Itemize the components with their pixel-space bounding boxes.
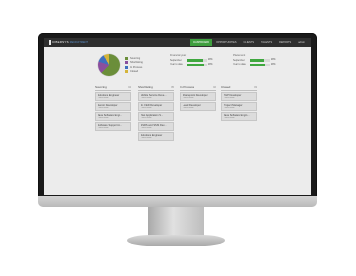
nav-item-reports[interactable]: REPORTS <box>276 39 294 46</box>
legend-swatch <box>125 65 128 69</box>
metric-progress-bar <box>250 63 270 66</box>
legend-label: Shortlisting <box>130 61 143 65</box>
nav-item-clients[interactable]: CLIENTS <box>241 39 258 46</box>
job-card-client: Client name <box>97 127 109 129</box>
monitor-chin <box>38 196 317 207</box>
column-title: Shortlisting <box>138 85 153 89</box>
metric-value: ##% <box>271 63 276 66</box>
job-card[interactable]: Project Manager Client name <box>221 102 257 111</box>
job-card-client: Client name <box>140 137 152 139</box>
pipeline-pie-chart <box>98 54 120 76</box>
job-card-client: Client name <box>140 107 152 109</box>
job-card-client: Client name <box>97 117 109 119</box>
column-count: 02 <box>213 85 216 89</box>
legend-label: Sourcing <box>130 56 141 60</box>
column-header-shortlisting: Shortlisting 05 <box>138 84 174 91</box>
metric-progress-bar <box>187 63 207 66</box>
job-card-client: Client name <box>140 117 152 119</box>
column-header-sourcing: Sourcing 04 <box>95 84 131 91</box>
job-card[interactable]: Solutions Engineer Client name <box>138 132 174 141</box>
job-card-client: Client name <box>223 107 235 109</box>
column-count: 03 <box>254 85 257 89</box>
metric-row: Year to date ##% <box>233 63 283 68</box>
column-header-closed: Closed 03 <box>221 84 257 91</box>
column-title: Closed <box>221 85 231 89</box>
job-card-client: Client name <box>140 97 152 99</box>
job-card[interactable]: .Net Application S... Client name <box>138 112 174 121</box>
metric-progress-fill <box>250 63 265 66</box>
legend-label: In Process <box>130 65 143 69</box>
legend-swatch <box>125 70 128 74</box>
metric-row: Year to date ##% <box>170 63 220 68</box>
app-logo[interactable]: CIBERSYS RECRUITMENT <box>49 40 88 45</box>
monitor-stand <box>148 207 204 238</box>
logo-tagline: RECRUITMENT <box>69 41 88 44</box>
job-card[interactable]: Lead Developer Client name <box>180 102 216 111</box>
metric-label: Year to date <box>233 63 246 67</box>
metric-label: September <box>233 58 245 62</box>
legend-label: Closed <box>130 70 139 74</box>
screen: CIBERSYS RECRUITMENT DASHBOARD OPPORTUNIT… <box>44 38 311 195</box>
job-card-client: Client name <box>182 107 194 109</box>
metric-progress-fill <box>250 59 264 62</box>
job-card[interactable]: Sr. FED Developer Client name <box>138 102 174 111</box>
job-card[interactable]: Software Support A... Client name <box>95 122 131 131</box>
job-card[interactable]: Mobile Service Deve... Client name <box>138 92 174 101</box>
job-card-client: Client name <box>140 127 152 129</box>
metric-progress-bar <box>250 59 270 62</box>
nav-item-talents[interactable]: TALENTS <box>258 39 275 46</box>
logo-text: CIBERSYS <box>52 40 69 44</box>
legend-swatch <box>125 61 128 65</box>
job-card[interactable]: PHP Developer Client name <box>221 92 257 101</box>
metric-progress-fill <box>187 59 203 62</box>
nav-item-admin[interactable]: admin <box>295 39 308 46</box>
metric-group: Financial year September ##% Year to date ##… <box>170 54 220 67</box>
monitor-stand-base <box>127 235 225 246</box>
job-card[interactable]: Solutions Engineer Client name <box>95 92 131 101</box>
nav-item-dashboard[interactable]: DASHBOARD <box>190 39 213 46</box>
job-card[interactable]: Senior Developer Client name <box>95 102 131 111</box>
main-nav: DASHBOARD OPPORTUNITIES CLIENTS TALENTS REPO… <box>190 39 308 46</box>
job-card-client: Client name <box>223 97 235 99</box>
logo-icon <box>49 40 51 45</box>
job-card-client: Client name <box>97 107 109 109</box>
legend-item: Closed <box>125 70 143 75</box>
column-header-in-process: In Process 02 <box>180 84 216 91</box>
job-card-client: Client name <box>182 97 194 99</box>
legend-swatch <box>125 56 128 60</box>
column-count: 04 <box>128 85 131 89</box>
job-card-client: Client name <box>97 97 109 99</box>
nav-item-opportunities[interactable]: OPPORTUNITIES <box>213 39 239 46</box>
metric-progress-bar <box>187 59 207 62</box>
column-count: 05 <box>171 85 174 89</box>
metric-label: Year to date <box>170 63 183 67</box>
metric-value: ##% <box>271 59 276 62</box>
job-card[interactable]: SSRS and SSIS Dev... Client name <box>138 122 174 131</box>
job-card[interactable]: Java Software Engin... Client name <box>221 112 257 121</box>
job-card[interactable]: Sharepoint Developer Client name <box>180 92 216 101</box>
pie-legend: Sourcing Shortlisting In Process Closed <box>125 56 143 74</box>
metric-progress-fill <box>187 63 204 66</box>
metric-value: ##% <box>208 59 213 62</box>
job-card-client: Client name <box>223 117 235 119</box>
column-title: Sourcing <box>95 85 107 89</box>
top-navigation-bar: CIBERSYS RECRUITMENT DASHBOARD OPPORTUNIT… <box>44 38 311 47</box>
metric-group: Placement September ##% Year to date ##% <box>233 54 283 67</box>
column-title: In Process <box>180 85 195 89</box>
metric-value: ##% <box>208 63 213 66</box>
metric-label: September <box>170 58 182 62</box>
job-card[interactable]: Java Software Engi... Client name <box>95 112 131 121</box>
